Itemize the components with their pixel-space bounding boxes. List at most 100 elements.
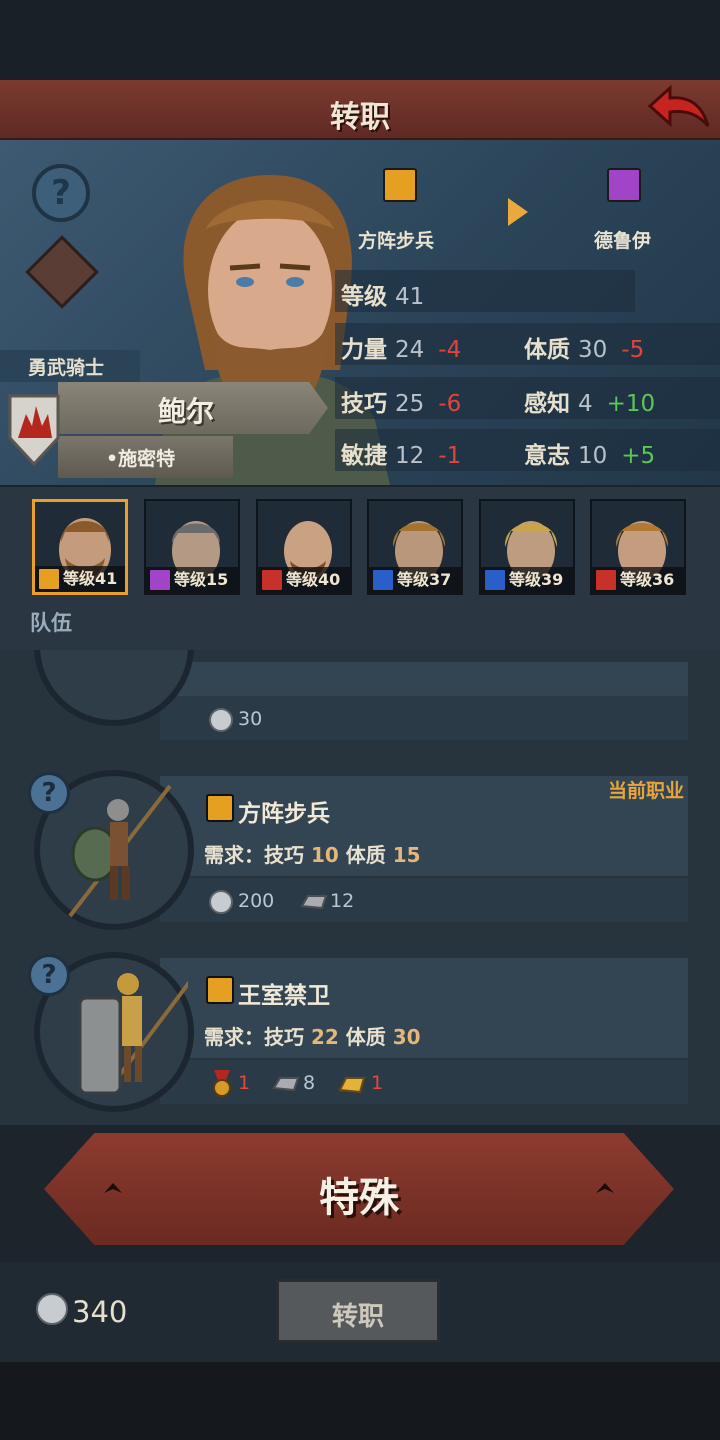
name-plate[interactable]: 鲍尔 [58, 382, 328, 434]
stat-value: 12 [395, 443, 425, 469]
member-level: 等级15 [174, 570, 229, 589]
class-change-arrow-icon [508, 198, 528, 226]
stat-label: 感知 [524, 391, 570, 417]
help-icon[interactable]: ? [28, 954, 70, 996]
stat-value: 10 [578, 443, 608, 469]
sword-icon [372, 569, 394, 591]
stat-value: 4 [578, 391, 593, 417]
req-value: 22 [310, 1025, 339, 1049]
title-bar: 转职 [0, 80, 720, 140]
silver-coin-icon [209, 708, 233, 732]
page-title: 转职 [330, 100, 390, 135]
stat-delta: +10 [606, 391, 656, 417]
team-label: 队伍 [30, 611, 72, 635]
team-member-card[interactable]: 等级40 [256, 499, 352, 595]
hero-panel: ? 方阵步兵 德鲁伊 等级 41 力量 24 -4 体质 30 -5 技巧 25 -6 感知 4… [0, 140, 720, 485]
help-icon[interactable]: ? [28, 772, 70, 814]
sword-icon [484, 569, 506, 591]
stat-label: 敏捷 [341, 443, 387, 469]
shield-icon [206, 976, 234, 1004]
req-value: 10 [310, 843, 339, 867]
req-value: 15 [392, 843, 421, 867]
back-arrow-icon[interactable] [644, 84, 714, 136]
req-stat: 技巧 [264, 1025, 304, 1049]
shield-icon [206, 794, 234, 822]
member-level: 等级37 [397, 570, 452, 589]
member-level: 等级36 [620, 570, 675, 589]
team-member-card[interactable]: 等级39 [479, 499, 575, 595]
current-class-label: 方阵步兵 [358, 230, 435, 252]
stat-strength: 力量 24 -4 [341, 330, 461, 364]
special-button-label: 特殊 [319, 1175, 399, 1221]
stat-delta: +5 [621, 443, 656, 469]
hero-name: 鲍尔 [158, 395, 215, 428]
change-class-button[interactable]: 转职 [276, 1279, 440, 1343]
team-member-card[interactable]: 等级41 [32, 499, 128, 595]
cost-silver: 30 [238, 708, 263, 730]
silver-amount: 340 [72, 1295, 128, 1329]
iron-ingot-icon [300, 895, 328, 910]
silver-coin-icon [209, 890, 233, 914]
stat-skill: 技巧 25 -6 [341, 384, 461, 418]
stat-label: 意志 [524, 443, 570, 469]
origin-plate: •施密特 [58, 436, 233, 478]
member-level: 等级41 [63, 569, 118, 588]
status-bar-area [0, 0, 720, 80]
req-label: 需求： [204, 1025, 264, 1049]
stat-label: 力量 [341, 337, 387, 363]
req-stat: 技巧 [264, 843, 304, 867]
class-requirement: 需求：技巧 22 体质 30 [204, 1021, 421, 1050]
stat-value: 30 [578, 337, 608, 363]
horse-icon [595, 569, 617, 591]
class-requirement: 需求：技巧 10 体质 15 [204, 839, 421, 868]
cost-iron: 8 [303, 1072, 316, 1094]
stat-value: 41 [395, 284, 425, 310]
stat-value: 24 [395, 337, 425, 363]
class-name: 王室禁卫 [238, 983, 330, 1009]
stat-value: 25 [395, 391, 425, 417]
req-stat: 体质 [345, 843, 386, 867]
horse-icon [261, 569, 283, 591]
req-value: 30 [392, 1025, 421, 1049]
class-row-panel [160, 662, 688, 698]
stat-constitution: 体质 30 -5 [524, 330, 644, 364]
stat-level: 等级 41 [341, 277, 424, 311]
silver-coin-icon [36, 1293, 68, 1325]
cost-silver: 200 [238, 890, 275, 912]
cost-iron: 12 [330, 890, 355, 912]
hero-title-tag: 勇武骑士 [0, 350, 140, 382]
stat-agility: 敏捷 12 -1 [341, 436, 461, 470]
help-icon[interactable]: ? [32, 164, 90, 222]
stat-will: 意志 10 +5 [524, 436, 655, 470]
crest-icon [8, 394, 60, 467]
target-class-staff-icon [607, 168, 641, 202]
member-level: 等级40 [286, 570, 341, 589]
stat-label: 等级 [341, 284, 387, 310]
stat-label: 体质 [524, 337, 570, 363]
req-label: 需求： [204, 843, 264, 867]
stat-label: 技巧 [341, 391, 387, 417]
stat-perception: 感知 4 +10 [524, 384, 655, 418]
current-class-tag: 当前职业 [607, 780, 684, 802]
class-name: 方阵步兵 [238, 801, 330, 827]
member-level: 等级39 [509, 570, 564, 589]
role-icon[interactable] [25, 235, 99, 309]
class-list[interactable]: 30 ? 当前职业 方阵步兵 需求：技巧 10 体质 15 200 12 ? 王… [0, 650, 720, 1125]
stat-delta: -6 [438, 391, 462, 417]
stat-delta: -1 [438, 443, 462, 469]
current-class-shield-icon [383, 168, 417, 202]
target-class-label: 德鲁伊 [594, 230, 652, 252]
req-stat: 体质 [345, 1025, 386, 1049]
team-member-card[interactable]: 等级36 [590, 499, 686, 595]
team-strip: 等级41 等级15 等级40 等级37 等级39 等级36 队伍 [0, 485, 720, 650]
hero-origin: •施密特 [106, 448, 176, 470]
iron-ingot-icon [272, 1077, 300, 1092]
special-button[interactable]: 特殊 [44, 1133, 674, 1245]
cost-medal: 1 [238, 1072, 251, 1094]
staff-icon [149, 569, 171, 591]
team-member-card[interactable]: 等级37 [367, 499, 463, 595]
chevron-up-icon [596, 1183, 614, 1193]
change-class-button-label: 转职 [331, 1302, 384, 1332]
stat-delta: -5 [621, 337, 645, 363]
team-member-card[interactable]: 等级15 [144, 499, 240, 595]
